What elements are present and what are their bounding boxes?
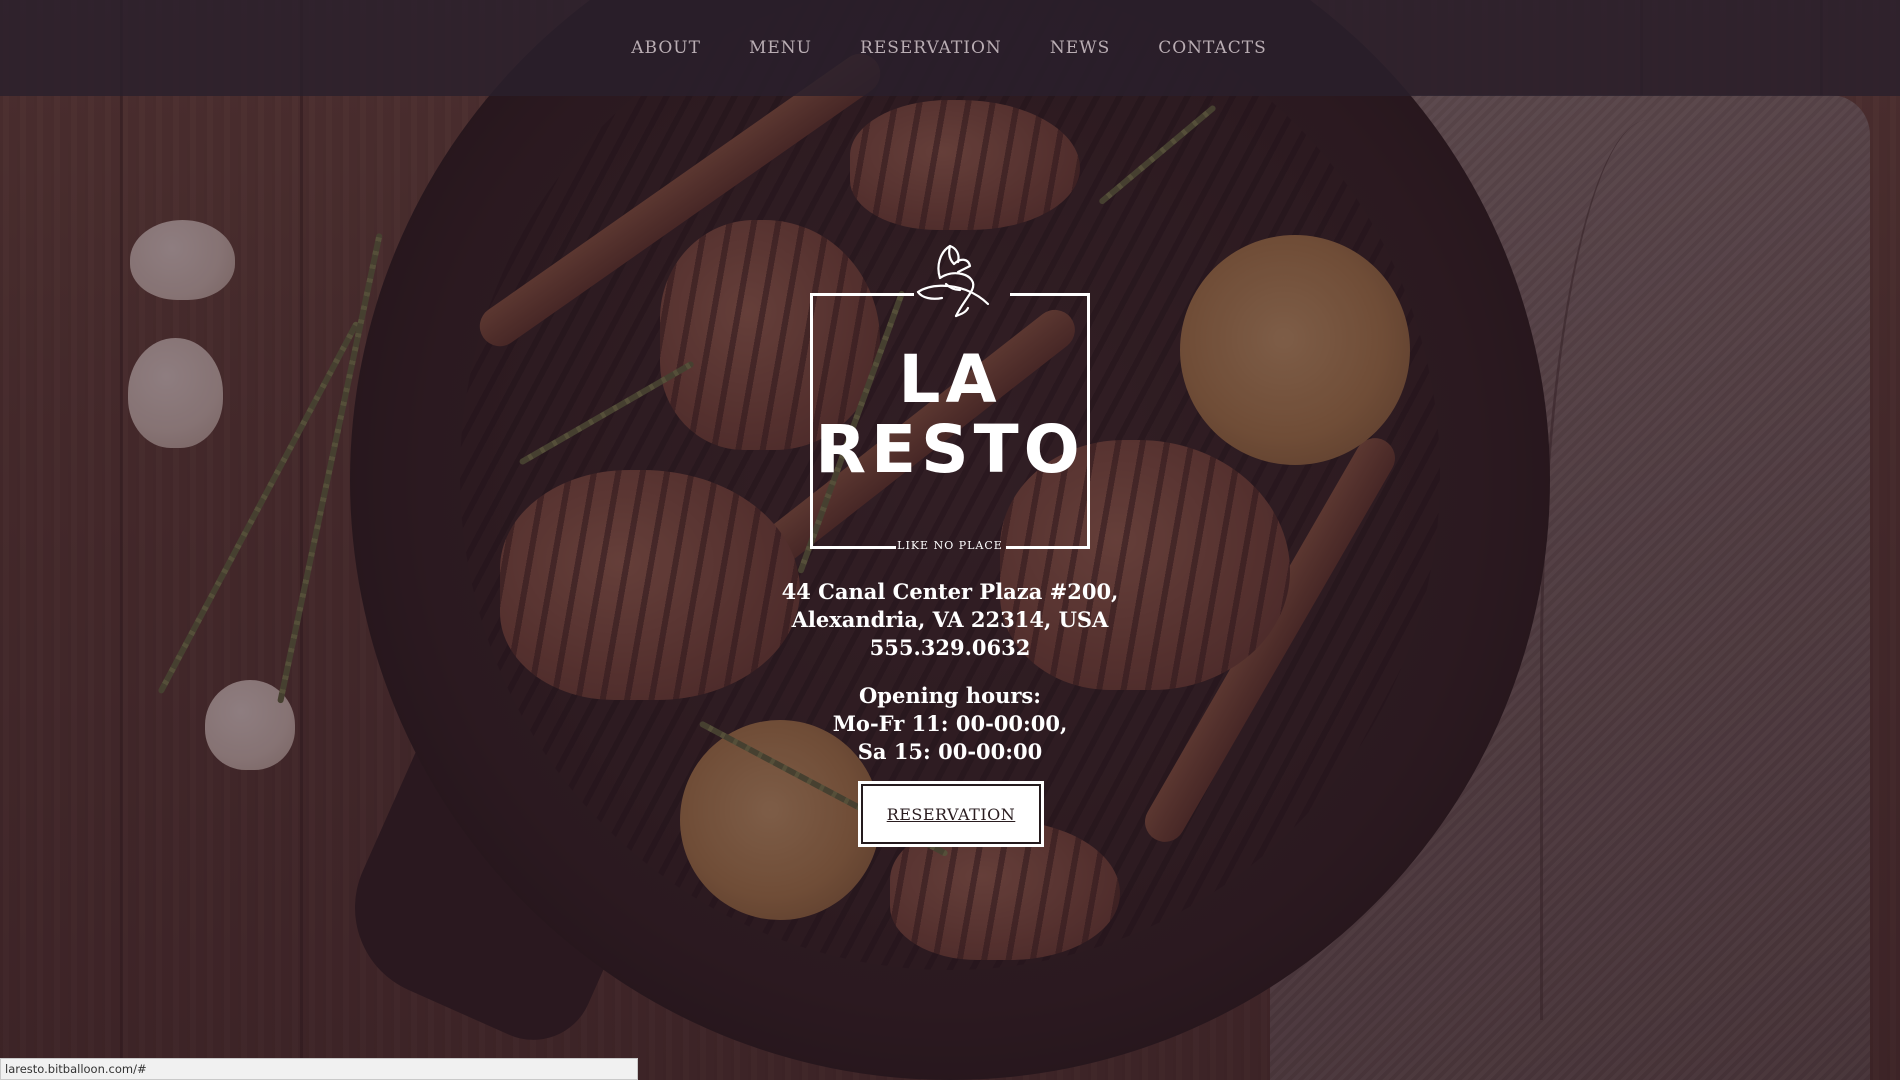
lobster-crest-icon (916, 244, 990, 318)
logo-frame-edge (810, 293, 914, 296)
address-block: 44 Canal Center Plaza #200, Alexandria, … (700, 578, 1200, 662)
opening-hours-block: Opening hours: Mo-Fr 11: 00-00:00, Sa 15… (700, 682, 1200, 766)
reservation-button[interactable]: RESERVATION (858, 781, 1044, 847)
opening-hours-saturday: Sa 15: 00-00:00 (857, 739, 1043, 764)
browser-status-bar: laresto.bitballoon.com/# (0, 1058, 638, 1080)
phone-number: 555.329.0632 (869, 635, 1031, 660)
address-line-1: 44 Canal Center Plaza #200, (781, 579, 1119, 604)
opening-hours-weekdays: Mo-Fr 11: 00-00:00, (832, 711, 1068, 736)
logo-line-2: RESTO (815, 411, 1085, 488)
brand-logo: LA RESTO LIKE NO PLACE (0, 0, 1900, 1080)
logo-wordmark: LA RESTO (810, 345, 1090, 485)
logo-frame-edge (1010, 293, 1090, 296)
opening-hours-title: Opening hours: (858, 683, 1042, 708)
logo-line-1: LA (898, 341, 1002, 418)
address-line-2: Alexandria, VA 22314, USA (791, 607, 1109, 632)
logo-tagline: LIKE NO PLACE (897, 539, 1003, 552)
